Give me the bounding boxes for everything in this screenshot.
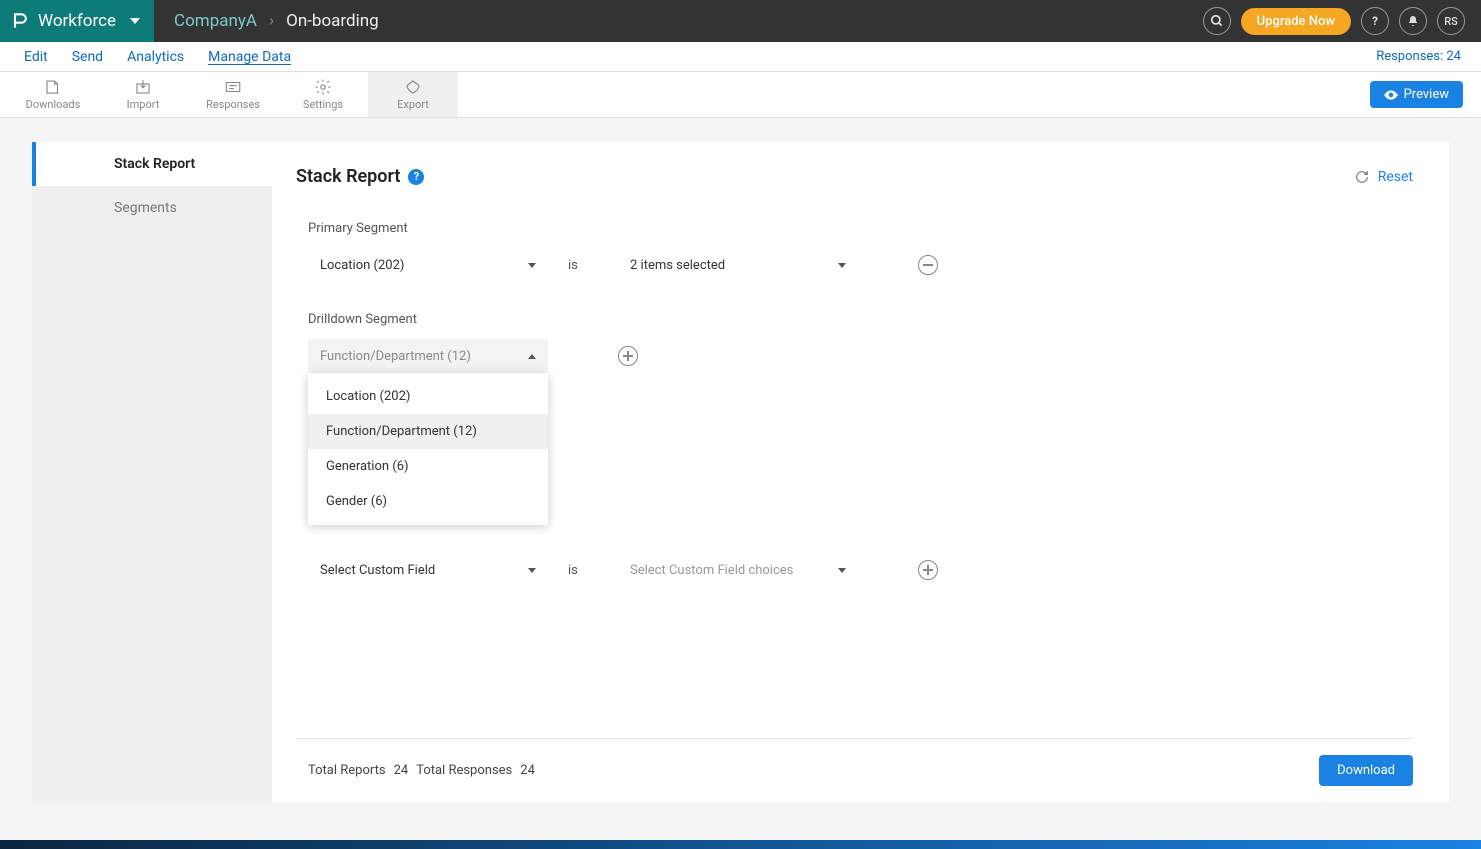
tool-export[interactable]: Export: [368, 72, 458, 117]
page-title: Stack Report ?: [296, 166, 424, 187]
breadcrumb-company[interactable]: CompanyA: [174, 11, 257, 31]
main-area: Stack Report Segments Stack Report ? Res…: [0, 118, 1481, 802]
dropdown-item-location[interactable]: Location (202): [308, 379, 548, 414]
drilldown-dropdown: Location (202) Function/Department (12) …: [308, 373, 548, 525]
nav-send[interactable]: Send: [60, 49, 115, 65]
responses-icon: [223, 78, 243, 96]
upgrade-button[interactable]: Upgrade Now: [1241, 8, 1351, 35]
main-nav: Edit Send Analytics Manage Data Response…: [0, 42, 1481, 72]
search-button[interactable]: [1203, 7, 1231, 35]
topbar: Workforce CompanyA › On-boarding Upgrade…: [0, 0, 1481, 42]
caret-down-icon: [528, 263, 536, 268]
responses-count: Responses: 24: [1376, 49, 1469, 64]
product-switcher[interactable]: Workforce: [0, 0, 154, 42]
tool-label: Import: [127, 98, 160, 111]
dropdown-item-function[interactable]: Function/Department (12): [308, 414, 548, 449]
remove-primary-button[interactable]: [918, 255, 938, 275]
total-reports-label: Total Reports: [308, 763, 386, 778]
caret-down-icon: [838, 263, 846, 268]
add-custom-button[interactable]: [918, 560, 938, 580]
nav-manage-data[interactable]: Manage Data: [196, 49, 303, 65]
minus-icon: [923, 264, 933, 266]
add-drilldown-button[interactable]: [618, 346, 638, 366]
import-icon: [133, 78, 153, 96]
is-label: is: [568, 563, 598, 578]
notifications-button[interactable]: [1399, 7, 1427, 35]
download-icon: [43, 78, 63, 96]
gear-icon: [313, 78, 333, 96]
caret-up-icon: [528, 354, 536, 359]
footer-bar: Total Reports 24 Total Responses 24 Down…: [296, 738, 1413, 786]
plus-icon: [623, 351, 633, 361]
logo-icon: [10, 11, 30, 31]
tool-settings[interactable]: Settings: [278, 72, 368, 117]
reset-button[interactable]: Reset: [1354, 169, 1413, 185]
help-icon[interactable]: ?: [408, 169, 424, 185]
nav-analytics[interactable]: Analytics: [115, 49, 196, 65]
toolbar: Downloads Import Responses Settings Expo…: [0, 72, 1481, 118]
tool-label: Downloads: [26, 98, 81, 111]
drilldown-segment-label: Drilldown Segment: [308, 312, 1413, 327]
topbar-actions: Upgrade Now ? RS: [1203, 7, 1481, 35]
sidebar-item-stack-report[interactable]: Stack Report: [32, 142, 272, 186]
refresh-icon: [1354, 169, 1370, 185]
primary-items-select[interactable]: 2 items selected: [618, 248, 858, 282]
tool-import[interactable]: Import: [98, 72, 188, 117]
custom-field-select[interactable]: Select Custom Field: [308, 553, 548, 587]
caret-down-icon: [838, 568, 846, 573]
bell-icon: [1407, 15, 1419, 27]
export-icon: [403, 78, 423, 96]
search-icon: [1210, 14, 1224, 28]
is-label: is: [568, 258, 598, 273]
breadcrumb-sep: ›: [269, 11, 274, 31]
dropdown-item-generation[interactable]: Generation (6): [308, 449, 548, 484]
primary-segment-label: Primary Segment: [308, 221, 1413, 236]
tool-label: Responses: [206, 98, 260, 111]
tool-label: Export: [397, 98, 429, 111]
sidebar: Stack Report Segments: [32, 142, 272, 802]
primary-segment-select[interactable]: Location (202): [308, 248, 548, 282]
download-button[interactable]: Download: [1319, 755, 1413, 786]
total-reports-value: 24: [394, 763, 409, 778]
plus-icon: [923, 565, 933, 575]
breadcrumb-page: On-boarding: [286, 11, 379, 31]
custom-choices-select[interactable]: Select Custom Field choices: [618, 553, 858, 587]
preview-button[interactable]: Preview: [1370, 81, 1463, 108]
product-name: Workforce: [38, 11, 116, 31]
dropdown-item-gender[interactable]: Gender (6): [308, 484, 548, 519]
drilldown-segment-select[interactable]: Function/Department (12): [308, 339, 548, 373]
total-responses-label: Total Responses: [416, 763, 512, 778]
help-button[interactable]: ?: [1361, 7, 1389, 35]
total-responses-value: 24: [520, 763, 535, 778]
tool-responses[interactable]: Responses: [188, 72, 278, 117]
user-avatar[interactable]: RS: [1437, 7, 1465, 35]
eye-icon: [1384, 90, 1398, 100]
nav-edit[interactable]: Edit: [12, 49, 60, 65]
caret-down-icon: [528, 568, 536, 573]
tool-downloads[interactable]: Downloads: [8, 72, 98, 117]
sidebar-item-segments[interactable]: Segments: [32, 186, 272, 230]
content: Stack Report ? Reset Primary Segment Loc…: [272, 142, 1449, 802]
breadcrumb: CompanyA › On-boarding: [154, 11, 379, 31]
chevron-down-icon: [130, 18, 140, 24]
bottom-strip: [0, 840, 1481, 849]
tool-label: Settings: [303, 98, 343, 111]
